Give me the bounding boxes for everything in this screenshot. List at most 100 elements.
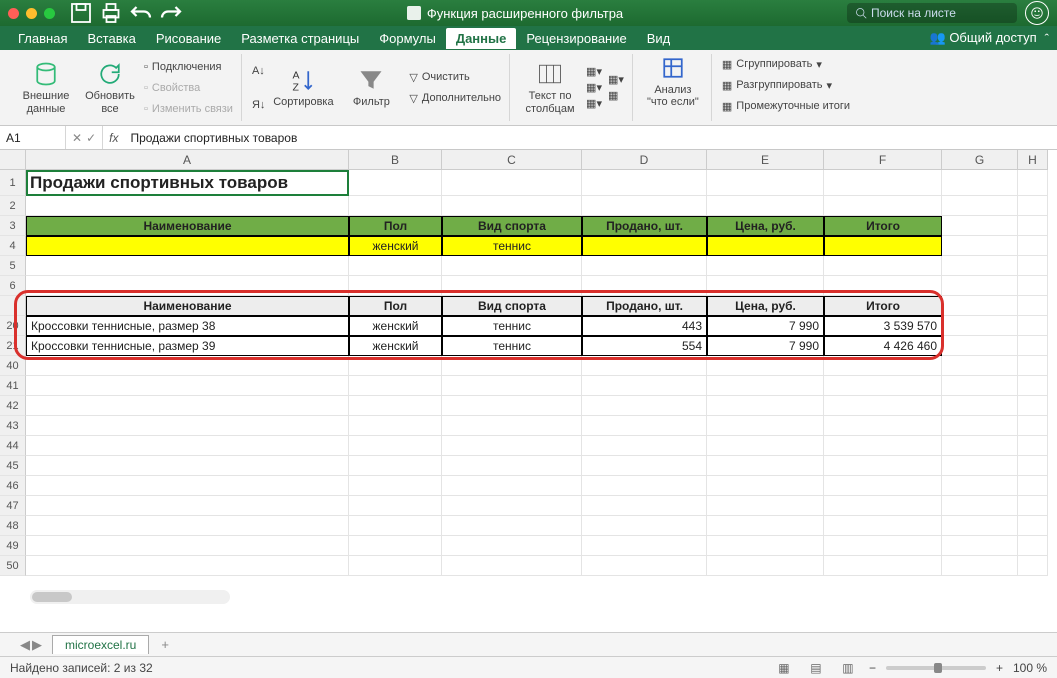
col-header[interactable]: G <box>942 150 1018 170</box>
cell[interactable] <box>442 196 582 216</box>
cell[interactable] <box>442 416 582 436</box>
cell[interactable] <box>824 170 942 196</box>
cell[interactable] <box>26 276 349 296</box>
subtotal-button[interactable]: ▦ Промежуточные итоги <box>722 96 850 116</box>
cell[interactable] <box>707 256 824 276</box>
cell[interactable] <box>349 376 442 396</box>
cell[interactable] <box>707 496 824 516</box>
cell[interactable] <box>349 196 442 216</box>
cell[interactable]: Итого <box>824 216 942 236</box>
cell[interactable] <box>942 536 1018 556</box>
cell[interactable] <box>442 476 582 496</box>
cell[interactable]: Кроссовки теннисные, размер 38 <box>26 316 349 336</box>
cell[interactable]: теннис <box>442 316 582 336</box>
page-break-icon[interactable]: ▥ <box>837 659 859 677</box>
name-box[interactable]: A1 <box>0 126 66 149</box>
cell[interactable] <box>942 256 1018 276</box>
cell[interactable]: женский <box>349 316 442 336</box>
row-header[interactable]: 49 <box>0 536 26 556</box>
cell[interactable]: женский <box>349 336 442 356</box>
maximize-window-icon[interactable] <box>44 8 55 19</box>
cell[interactable] <box>349 170 442 196</box>
cell[interactable] <box>26 196 349 216</box>
cell[interactable] <box>707 536 824 556</box>
cell[interactable] <box>349 256 442 276</box>
data-valid-icon[interactable]: ▦▾ <box>586 97 602 110</box>
cell[interactable] <box>26 456 349 476</box>
cell[interactable] <box>942 456 1018 476</box>
cell[interactable] <box>582 456 707 476</box>
sheet-nav-next-icon[interactable]: ▶ <box>32 637 42 653</box>
sort-asc-icon[interactable]: A↓ <box>252 65 265 77</box>
relation-icon[interactable]: ▦ <box>608 89 624 102</box>
cell[interactable] <box>26 496 349 516</box>
cell[interactable] <box>1018 436 1048 456</box>
cell[interactable] <box>942 216 1018 236</box>
properties-button[interactable]: ▫ Свойства <box>144 78 233 98</box>
cell[interactable] <box>707 436 824 456</box>
horizontal-scrollbar[interactable] <box>30 590 230 604</box>
cell[interactable]: Вид спорта <box>442 216 582 236</box>
cell[interactable] <box>707 456 824 476</box>
row-header[interactable]: 21 <box>0 336 26 356</box>
cell[interactable] <box>824 556 942 576</box>
cell[interactable] <box>26 396 349 416</box>
tab-data[interactable]: Данные <box>446 28 517 49</box>
cell[interactable] <box>942 496 1018 516</box>
zoom-in-button[interactable]: + <box>996 661 1003 675</box>
cell[interactable] <box>824 196 942 216</box>
share-button[interactable]: 👥 Общий доступ <box>930 30 1037 46</box>
cell[interactable] <box>582 416 707 436</box>
consolidate-icon[interactable]: ▦▾ <box>608 73 624 86</box>
cell[interactable] <box>1018 496 1048 516</box>
cell[interactable] <box>582 236 707 256</box>
row-header[interactable]: 48 <box>0 516 26 536</box>
cell[interactable]: теннис <box>442 236 582 256</box>
cell[interactable] <box>26 256 349 276</box>
cell[interactable] <box>442 436 582 456</box>
cell[interactable] <box>349 356 442 376</box>
connections-button[interactable]: ▫ Подключения <box>144 57 233 77</box>
tab-insert[interactable]: Вставка <box>77 28 145 49</box>
collapse-ribbon-icon[interactable]: ˆ <box>1045 31 1049 46</box>
print-icon[interactable] <box>99 3 123 23</box>
col-header[interactable]: E <box>707 150 824 170</box>
cell[interactable] <box>582 516 707 536</box>
ungroup-button[interactable]: ▦ Разгруппировать ▾ <box>722 75 850 95</box>
cell[interactable]: Кроссовки теннисные, размер 39 <box>26 336 349 356</box>
cell[interactable] <box>26 536 349 556</box>
cell[interactable] <box>582 476 707 496</box>
cell[interactable] <box>582 170 707 196</box>
cell[interactable] <box>1018 516 1048 536</box>
cell[interactable] <box>442 256 582 276</box>
cell[interactable] <box>349 556 442 576</box>
cell[interactable] <box>26 356 349 376</box>
cell[interactable] <box>1018 476 1048 496</box>
cell[interactable] <box>26 416 349 436</box>
row-header[interactable]: 2 <box>0 196 26 216</box>
cell[interactable]: Итого <box>824 296 942 316</box>
cell[interactable]: 7 990 <box>707 316 824 336</box>
cell[interactable] <box>1018 296 1048 316</box>
cell[interactable] <box>1018 396 1048 416</box>
cell[interactable] <box>582 436 707 456</box>
zoom-level[interactable]: 100 % <box>1013 661 1047 675</box>
cell[interactable]: Вид спорта <box>442 296 582 316</box>
cell[interactable] <box>824 256 942 276</box>
cell[interactable]: 443 <box>582 316 707 336</box>
clear-filter-button[interactable]: ▽ Очистить <box>409 67 501 87</box>
cell[interactable]: Наименование <box>26 296 349 316</box>
redo-icon[interactable] <box>159 3 183 23</box>
cell[interactable] <box>707 196 824 216</box>
cell[interactable]: Цена, руб. <box>707 296 824 316</box>
row-header[interactable]: 47 <box>0 496 26 516</box>
cell[interactable] <box>349 476 442 496</box>
cell[interactable]: Наименование <box>26 216 349 236</box>
page-layout-icon[interactable]: ▤ <box>805 659 827 677</box>
close-window-icon[interactable] <box>8 8 19 19</box>
cell[interactable] <box>582 396 707 416</box>
cell[interactable] <box>942 396 1018 416</box>
normal-view-icon[interactable]: ▦ <box>773 659 795 677</box>
cell[interactable] <box>942 196 1018 216</box>
cell[interactable] <box>349 276 442 296</box>
